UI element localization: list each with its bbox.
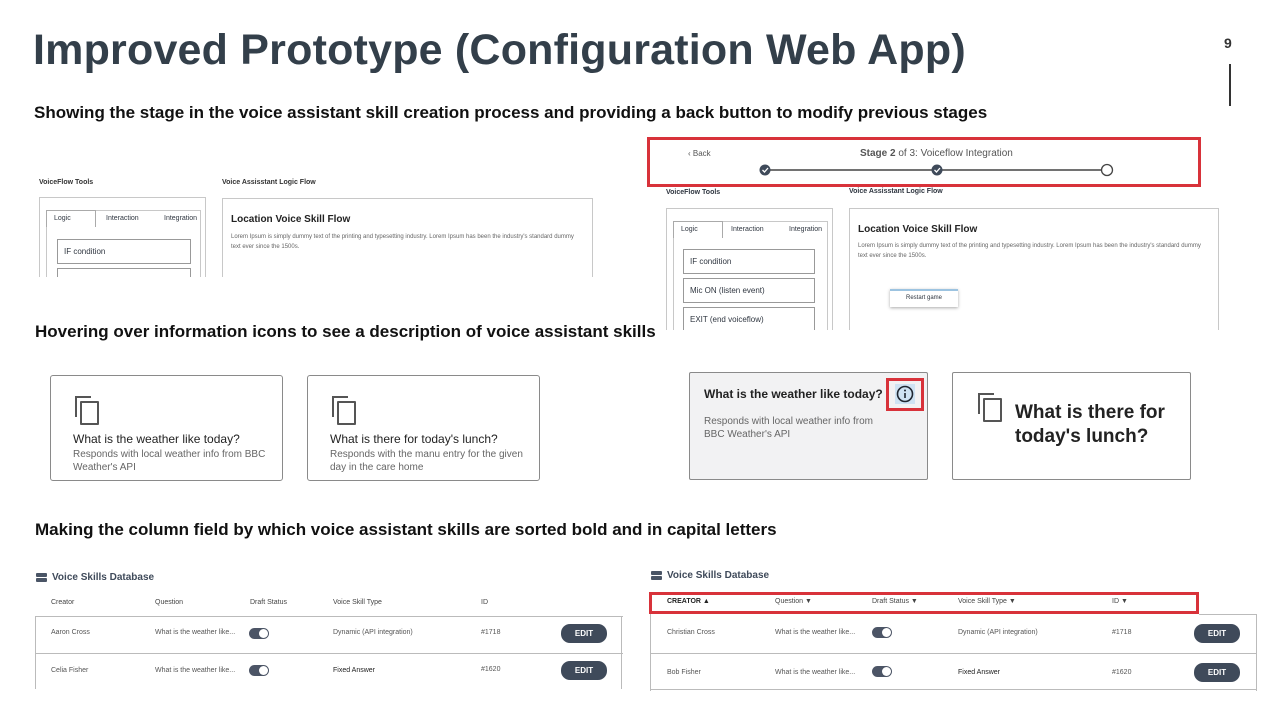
highlight-stage — [647, 137, 1201, 187]
cell-creator: Celia Fisher — [51, 667, 89, 674]
cell-creator: Christian Cross — [667, 629, 715, 636]
cell-question: What is the weather like... — [775, 629, 856, 636]
tab-integration[interactable]: Integration — [164, 215, 197, 222]
edit-button[interactable]: EDIT — [1194, 663, 1240, 682]
edit-button[interactable]: EDIT — [561, 661, 607, 680]
draft-toggle[interactable] — [872, 666, 892, 677]
card-answer: Responds with local weather info from BB… — [73, 449, 266, 473]
tools-panel: Logic Interaction Integration IF conditi… — [666, 208, 833, 330]
logic-panel: Location Voice Skill Flow Lorem Ipsum is… — [222, 198, 593, 277]
cell-creator: Bob Fisher — [667, 669, 701, 676]
card-question: What is there for today's lunch? — [330, 432, 498, 446]
cell-id: #1718 — [1112, 629, 1132, 636]
cell-question: What is the weather like... — [155, 629, 236, 636]
db-title: Voice Skills Database — [667, 570, 770, 581]
cell-question: What is the weather like... — [155, 667, 236, 674]
cell-type: Fixed Answer — [958, 669, 1001, 676]
flow-description: Lorem Ipsum is simply dummy text of the … — [231, 234, 574, 250]
highlight-header — [649, 592, 1199, 614]
tab-interaction[interactable]: Interaction — [731, 226, 764, 233]
section3-heading: Making the column field by which voice a… — [35, 520, 777, 539]
cell-question: What is the weather like... — [775, 669, 856, 676]
tab-logic[interactable]: Logic — [54, 215, 71, 222]
cell-type: Dynamic (API integration) — [958, 629, 1038, 636]
card-answer: Responds with local weather info from BB… — [704, 416, 873, 440]
draft-toggle[interactable] — [249, 628, 269, 639]
flow-title: Location Voice Skill Flow — [231, 214, 351, 225]
skill-card-lunch[interactable]: What is there for today's lunch? Respond… — [307, 375, 540, 481]
tab-logic[interactable]: Logic — [681, 226, 698, 233]
tool-item-mic[interactable]: Mic ON (listen event) — [683, 278, 815, 303]
edit-button[interactable]: EDIT — [561, 624, 607, 643]
db-before: Voice Skills Database Creator Question D… — [35, 565, 625, 689]
tools-title: VoiceFlow Tools — [666, 189, 721, 196]
database-icon — [36, 573, 47, 583]
col-id[interactable]: ID — [481, 599, 488, 606]
section2-heading: Hovering over information icons to see a… — [35, 322, 656, 341]
col-type[interactable]: Voice Skill Type — [333, 599, 382, 606]
card-question-large: What is there for today's lunch? — [1015, 402, 1165, 447]
page-number: 9 — [1224, 35, 1232, 51]
flow-description: Lorem Ipsum is simply dummy text of the … — [858, 243, 1201, 259]
db-after: Voice Skills Database CREATOR ▲ Question… — [648, 563, 1260, 691]
col-creator[interactable]: Creator — [51, 599, 74, 606]
col-draft[interactable]: Draft Status — [250, 599, 287, 606]
slide-title: Improved Prototype (Configuration Web Ap… — [33, 26, 966, 74]
tool-item-mic[interactable] — [57, 268, 191, 277]
card-answer: Responds with the manu entry for the giv… — [330, 449, 523, 473]
tab-interaction[interactable]: Interaction — [106, 215, 139, 222]
skill-card-weather[interactable]: What is the weather like today? Responds… — [50, 375, 283, 481]
database-icon — [651, 571, 662, 581]
copy-icon — [978, 393, 1002, 422]
tab-integration[interactable]: Integration — [789, 226, 822, 233]
cell-id: #1620 — [481, 666, 501, 673]
after-stage-screen: ‹ Back Stage 2 of 3: Voiceflow Integrati… — [645, 134, 1225, 330]
tools-title: VoiceFlow Tools — [39, 179, 94, 186]
draft-toggle[interactable] — [872, 627, 892, 638]
skill-card-hover[interactable]: What is the weather like today? Responds… — [689, 372, 928, 480]
flow-node[interactable]: Restart game — [890, 289, 958, 307]
cell-id: #1620 — [1112, 669, 1132, 676]
db-title: Voice Skills Database — [52, 572, 155, 583]
cell-type: Fixed Answer — [333, 667, 376, 674]
draft-toggle[interactable] — [249, 665, 269, 676]
section1-heading: Showing the stage in the voice assistant… — [34, 103, 988, 122]
cell-creator: Aaron Cross — [51, 629, 90, 636]
cell-type: Dynamic (API integration) — [333, 629, 413, 636]
tool-item-if[interactable]: IF condition — [683, 249, 815, 274]
flow-title: Location Voice Skill Flow — [858, 224, 978, 235]
copy-icon — [75, 396, 99, 425]
card-question: What is the weather like today? — [73, 432, 240, 446]
edit-button[interactable]: EDIT — [1194, 624, 1240, 643]
tools-panel: Logic Interaction Integration IF conditi… — [39, 197, 206, 277]
copy-icon — [332, 396, 356, 425]
skill-card-large[interactable]: What is there for today's lunch? — [952, 372, 1191, 480]
info-icon[interactable] — [895, 384, 915, 404]
cell-id: #1718 — [481, 629, 501, 636]
tool-item-exit[interactable]: EXIT (end voiceflow) — [683, 307, 815, 330]
logic-title: Voice Assisstant Logic Flow — [849, 188, 943, 195]
before-stage-screen: VoiceFlow Tools Logic Interaction Integr… — [38, 140, 594, 277]
col-question[interactable]: Question — [155, 599, 183, 606]
card-question: What is the weather like today? — [704, 387, 883, 401]
logic-panel: Location Voice Skill Flow Lorem Ipsum is… — [849, 208, 1219, 330]
logic-title: Voice Assisstant Logic Flow — [222, 179, 316, 186]
tool-item-if[interactable]: IF condition — [57, 239, 191, 264]
divider — [1229, 64, 1231, 106]
